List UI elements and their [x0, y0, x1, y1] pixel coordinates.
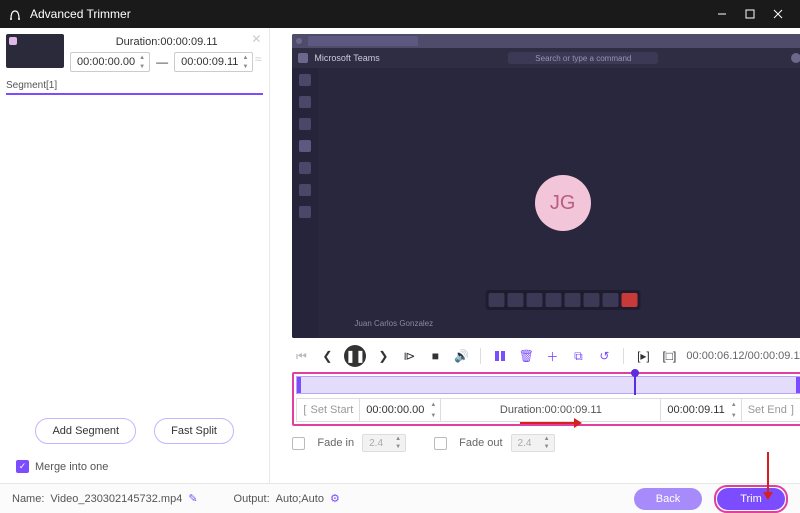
- hangup-icon: [621, 293, 637, 307]
- segment-start-input[interactable]: 00:00:00.00 ▲▼: [70, 52, 150, 72]
- minimize-button[interactable]: [708, 0, 736, 28]
- segment-end-value: 00:00:09.11: [181, 56, 238, 68]
- pause-button[interactable]: ❚❚: [344, 345, 366, 367]
- timeline[interactable]: [296, 376, 800, 394]
- edit-name-icon[interactable]: ✎: [188, 492, 197, 505]
- segment-row[interactable]: Duration:00:00:09.11 ✕ ≈ 00:00:00.00 ▲▼ …: [0, 28, 269, 80]
- preview-panel: Microsoft Teams Search or type a command…: [270, 28, 800, 483]
- bracket-play-icon[interactable]: [▸]: [634, 347, 652, 365]
- spin-down-icon[interactable]: ▼: [136, 62, 148, 71]
- delete-icon[interactable]: 🗑: [517, 347, 535, 365]
- trim-handle-left[interactable]: [297, 377, 301, 393]
- playback-controls: ⏮ ❮ ❚❚ ❯ ⧐ ■ 🔊 🗑 ＋ ⧉ ↺ [▸] [□] 00:00:06.…: [270, 342, 800, 370]
- name-value: Video_230302145732.mp4: [50, 493, 182, 505]
- copy-icon[interactable]: ⧉: [569, 347, 587, 365]
- duplicate-segment-icon[interactable]: ≈: [255, 52, 262, 66]
- segment-start-value: 00:00:00.00: [77, 56, 135, 68]
- call-controls: [485, 290, 640, 310]
- fast-split-button[interactable]: Fast Split: [154, 418, 234, 444]
- merge-label: Merge into one: [35, 461, 108, 473]
- set-end-button[interactable]: Set End ]: [742, 399, 800, 421]
- add-segment-button[interactable]: Add Segment: [35, 418, 136, 444]
- range-row: [ Set Start 00:00:00.00▲▼ Duration:00:00…: [296, 398, 800, 422]
- maximize-button[interactable]: [736, 0, 764, 28]
- range-end-input[interactable]: 00:00:09.11▲▼: [661, 399, 741, 421]
- segment-name: Segment[1]: [0, 80, 269, 91]
- fade-in-checkbox[interactable]: [292, 437, 305, 450]
- segment-panel: Duration:00:00:09.11 ✕ ≈ 00:00:00.00 ▲▼ …: [0, 28, 270, 483]
- preview-body: JG Juan Carlos Gonzalez: [318, 68, 800, 338]
- fade-out-label: Fade out: [459, 437, 502, 449]
- time-display: 00:00:06.12/00:00:09.11: [686, 350, 800, 362]
- range-dash: —: [156, 55, 168, 69]
- preview-toolbar: Microsoft Teams Search or type a command: [292, 48, 800, 68]
- preview-search: Search or type a command: [508, 52, 658, 64]
- fade-in-input[interactable]: 2.4▲▼: [362, 434, 406, 452]
- segment-thumbnail[interactable]: [6, 34, 64, 68]
- undo-icon[interactable]: ↺: [595, 347, 613, 365]
- add-icon[interactable]: ＋: [543, 347, 561, 365]
- output-label: Output:: [234, 493, 270, 505]
- range-start-input[interactable]: 00:00:00.00▲▼: [360, 399, 441, 421]
- fade-out-input[interactable]: 2.4▲▼: [511, 434, 555, 452]
- segment-progress: [6, 93, 263, 95]
- skip-start-icon[interactable]: ⏮: [292, 347, 310, 365]
- stop-icon[interactable]: ■: [426, 347, 444, 365]
- fade-in-label: Fade in: [317, 437, 354, 449]
- fade-out-checkbox[interactable]: [434, 437, 447, 450]
- fade-row: Fade in 2.4▲▼ Fade out 2.4▲▼: [270, 426, 800, 452]
- trim-button[interactable]: Trim: [717, 488, 785, 510]
- prev-frame-icon[interactable]: ❮: [318, 347, 336, 365]
- remove-segment-icon[interactable]: ✕: [251, 32, 261, 46]
- playhead[interactable]: [634, 375, 636, 395]
- window-title: Advanced Trimmer: [30, 7, 131, 21]
- segment-end-input[interactable]: 00:00:09.11 ▲▼: [174, 52, 253, 72]
- main-area: Duration:00:00:09.11 ✕ ≈ 00:00:00.00 ▲▼ …: [0, 28, 800, 483]
- range-duration: Duration:00:00:09.11: [441, 399, 661, 421]
- preview-sidebar: [292, 68, 318, 338]
- preview-window-titlebar: [292, 34, 800, 48]
- spin-down-icon[interactable]: ▼: [239, 62, 251, 71]
- volume-icon[interactable]: 🔊: [452, 347, 470, 365]
- back-button[interactable]: Back: [634, 488, 702, 510]
- segment-duration-label: Duration:00:00:09.11: [70, 34, 263, 50]
- footer: Name: Video_230302145732.mp4 ✎ Output: A…: [0, 483, 800, 513]
- app-logo-icon: [8, 7, 22, 21]
- trim-highlight: Trim: [714, 485, 788, 513]
- spin-up-icon[interactable]: ▲: [136, 53, 148, 62]
- set-start-button[interactable]: [ Set Start: [297, 399, 360, 421]
- spin-up-icon[interactable]: ▲: [239, 53, 251, 62]
- skip-end-icon[interactable]: ⧐: [400, 347, 418, 365]
- preview-caption: Juan Carlos Gonzalez: [354, 319, 433, 328]
- titlebar: Advanced Trimmer: [0, 0, 800, 28]
- bracket-stop-icon[interactable]: [□]: [660, 347, 678, 365]
- close-button[interactable]: [764, 0, 792, 28]
- output-value: Auto;Auto: [276, 493, 324, 505]
- trim-handle-right[interactable]: [796, 377, 800, 393]
- name-label: Name:: [12, 493, 44, 505]
- output-settings-icon[interactable]: ⚙: [330, 492, 340, 505]
- split-icon[interactable]: [491, 347, 509, 365]
- timeline-area: [ Set Start 00:00:00.00▲▼ Duration:00:00…: [292, 372, 800, 426]
- checkbox-checked-icon[interactable]: ✓: [16, 460, 29, 473]
- merge-checkbox-row[interactable]: ✓ Merge into one: [0, 454, 269, 483]
- preview-app-name: Microsoft Teams: [314, 53, 379, 63]
- video-preview[interactable]: Microsoft Teams Search or type a command…: [292, 34, 800, 338]
- next-frame-icon[interactable]: ❯: [374, 347, 392, 365]
- avatar: JG: [535, 175, 591, 231]
